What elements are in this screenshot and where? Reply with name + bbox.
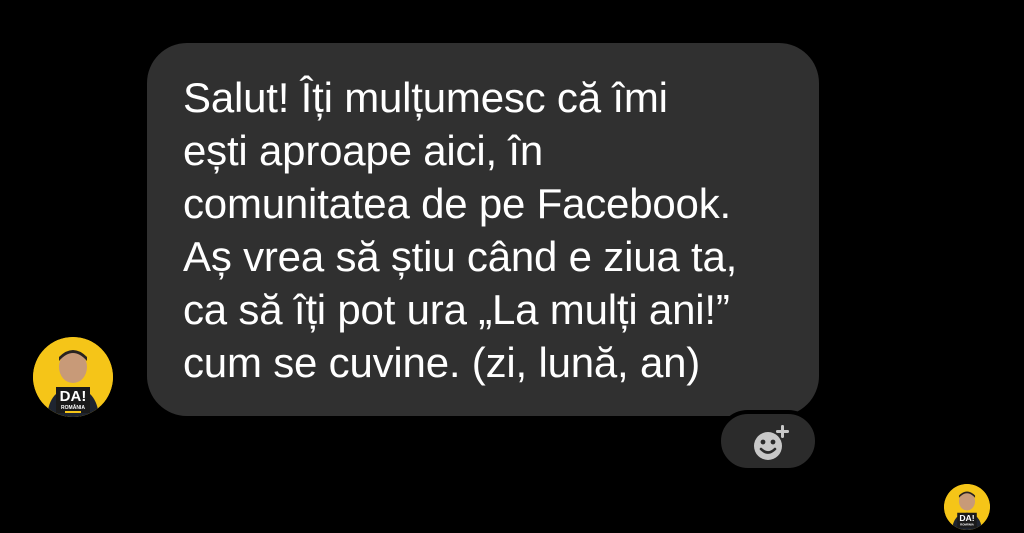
message-line: comunitatea de pe Facebook. (183, 180, 731, 227)
avatar-badge-text: DA! (60, 388, 87, 405)
message-line: Aș vrea să știu când e ziua ta, (183, 233, 738, 280)
read-receipt-avatar-image: DA! ROMÂNIA (944, 484, 990, 530)
chat-screen: DA! ROMÂNIA Salut! Îți mulțumesc că îmi … (0, 0, 1024, 533)
message-line: Salut! Îți mulțumesc că îmi (183, 74, 668, 121)
read-receipt-avatar: DA! ROMÂNIA (944, 484, 990, 530)
add-reaction-icon (754, 425, 789, 460)
sender-avatar-image: DA! ROMÂNIA (33, 337, 113, 417)
sender-avatar[interactable]: DA! ROMÂNIA (33, 337, 113, 417)
message-bubble[interactable]: Salut! Îți mulțumesc că îmi ești aproape… (147, 43, 819, 416)
message-line: ca să îți pot ura „La mulți ani!” (183, 286, 730, 333)
add-reaction-button[interactable] (717, 410, 819, 472)
avatar-badge-text: DA! (959, 513, 974, 523)
message-line: ești aproape aici, în (183, 127, 544, 174)
message-line: cum se cuvine. (zi, lună, an) (183, 339, 701, 386)
avatar-badge-subtext: ROMÂNIA (61, 404, 85, 411)
avatar-badge-subtext: ROMÂNIA (960, 521, 974, 526)
